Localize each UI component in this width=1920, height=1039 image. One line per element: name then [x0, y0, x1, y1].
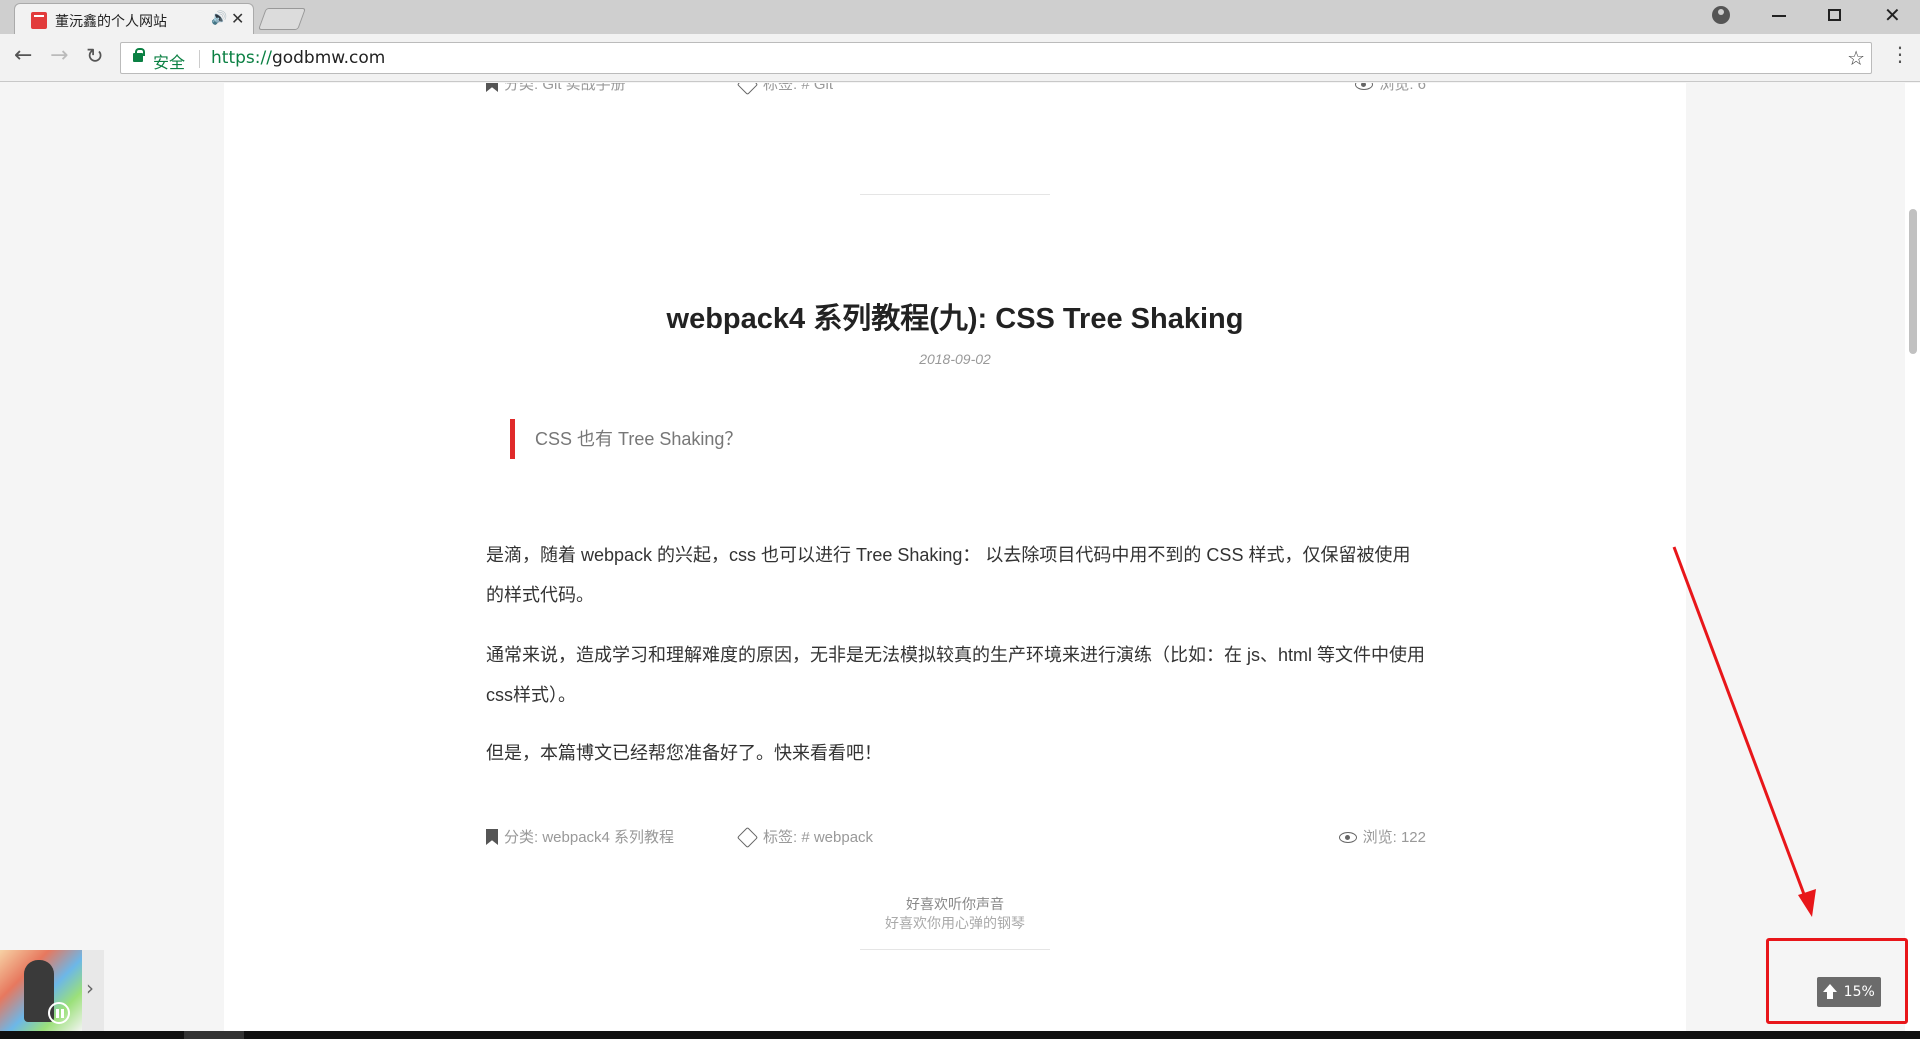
post-views-label: 浏览: 122	[1362, 829, 1426, 846]
post-category-label: 分类: webpack4 系列教程	[504, 829, 675, 846]
back-arrow-icon[interactable]: ←	[14, 44, 32, 68]
album-art[interactable]	[0, 950, 82, 1032]
browser-toolbar: ← → ↻ 安全 https://godbmw.com ☆ ⋮	[0, 34, 1920, 82]
browser-menu-icon[interactable]: ⋮	[1890, 42, 1910, 66]
url-host: godbmw.com	[271, 48, 386, 68]
tag-icon	[736, 826, 759, 849]
site-favicon-icon	[31, 12, 47, 29]
footer-lyric-1: 好喜欢听你声音	[906, 897, 1004, 913]
post-paragraph-3: 但是，本篇博文已经帮您准备好了。快来看看吧！	[486, 743, 882, 763]
post-quote: CSS 也有 Tree Shaking？	[510, 419, 742, 459]
minimize-icon[interactable]	[1772, 15, 1786, 17]
url-text[interactable]: https://godbmw.com	[211, 48, 385, 68]
tag-icon	[736, 83, 759, 96]
music-player[interactable]: ›	[0, 950, 104, 1032]
lock-icon[interactable]	[133, 48, 145, 62]
prev-post-category-label: 分类: Git 实战手册	[504, 83, 626, 93]
os-taskbar	[0, 1031, 1920, 1039]
address-bar[interactable]: 安全 https://godbmw.com ☆	[120, 42, 1872, 74]
eye-icon	[1355, 83, 1374, 90]
restore-icon[interactable]	[1828, 9, 1841, 21]
profile-icon[interactable]	[1712, 6, 1730, 24]
chevron-right-icon[interactable]: ›	[86, 976, 94, 1000]
post-paragraph-2: 通常来说，造成学习和理解难度的原因，无非是无法模拟较真的生产环境来进行演练（比如…	[486, 645, 1426, 705]
prev-post-tag[interactable]: 标签: # Git	[736, 83, 834, 96]
post-meta: 分类: webpack4 系列教程 标签: # webpack 浏览: 122	[486, 826, 1426, 849]
prev-post-category[interactable]: 分类: Git 实战手册	[486, 83, 626, 94]
post-date: 2018-09-02	[919, 351, 991, 367]
reload-icon[interactable]: ↻	[86, 44, 104, 68]
post-title[interactable]: webpack4 系列教程(九): CSS Tree Shaking	[224, 295, 1686, 337]
tab-close-icon[interactable]: ✕	[231, 9, 244, 28]
post-views: 浏览: 122	[1338, 826, 1426, 847]
secure-label[interactable]: 安全	[153, 49, 185, 73]
omnibox-separator	[199, 50, 200, 68]
taskbar-item[interactable]	[184, 1031, 244, 1039]
tab-strip: 董沅鑫的个人网站 🔊 ✕ ✕	[0, 0, 1920, 34]
tab-title: 董沅鑫的个人网站	[55, 14, 167, 30]
post-tag-label: 标签: # webpack	[763, 829, 874, 846]
prev-post-tag-label: 标签: # Git	[763, 83, 834, 93]
prev-post-views: 浏览: 6	[1355, 83, 1426, 94]
url-scheme: https://	[211, 48, 272, 68]
post-category[interactable]: 分类: webpack4 系列教程	[486, 826, 674, 847]
pause-icon[interactable]	[48, 1002, 70, 1024]
browser-tab[interactable]: 董沅鑫的个人网站 🔊 ✕	[14, 3, 254, 34]
post-paragraph-1: 是滴，随着 webpack 的兴起，css 也可以进行 Tree Shaking…	[486, 545, 1411, 605]
window-close-icon[interactable]: ✕	[1884, 3, 1901, 27]
footer-lyric-2: 好喜欢你用心弹的钢琴	[885, 916, 1025, 932]
annotation-box	[1766, 938, 1908, 1024]
bookmark-star-icon[interactable]: ☆	[1847, 46, 1865, 70]
new-tab-button[interactable]	[257, 8, 307, 30]
page-scrollbar[interactable]	[1905, 83, 1920, 1031]
speaker-icon[interactable]: 🔊	[211, 11, 227, 26]
footer-divider	[860, 949, 1050, 950]
prev-post-meta: 分类: Git 实战手册 标签: # Git 浏览: 6	[486, 83, 1426, 96]
bookmark-icon	[486, 829, 498, 845]
post-divider	[860, 194, 1050, 195]
eye-icon	[1338, 832, 1357, 843]
post-tag[interactable]: 标签: # webpack	[736, 826, 874, 849]
annotation-arrow	[1672, 546, 1816, 917]
prev-post-views-label: 浏览: 6	[1379, 83, 1426, 93]
page-viewport: 分类: Git 实战手册 标签: # Git 浏览: 6 webpack4 系列…	[0, 83, 1920, 1031]
forward-arrow-icon[interactable]: →	[50, 44, 68, 68]
bookmark-icon	[486, 83, 498, 92]
scroll-thumb[interactable]	[1909, 209, 1917, 354]
